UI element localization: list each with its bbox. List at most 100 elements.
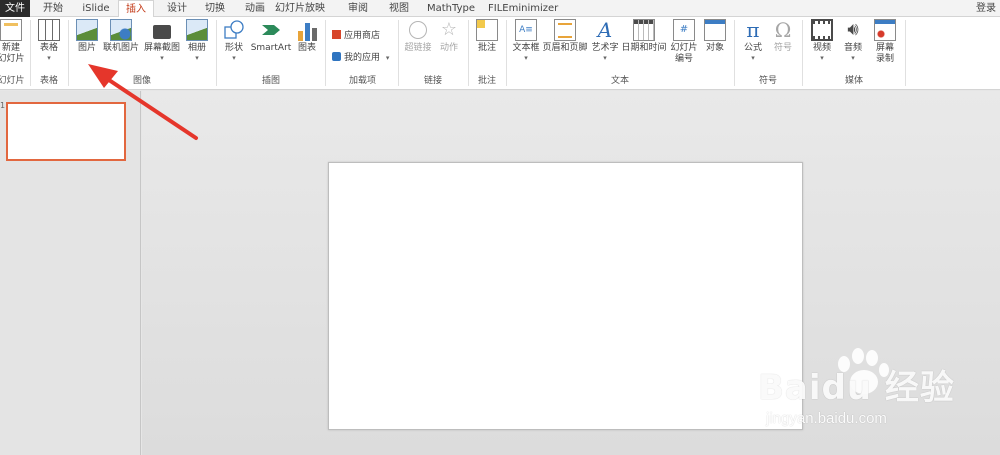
shapes-button[interactable]: 形状 ▾ (221, 19, 247, 62)
online-picture-label: 联机图片 (102, 43, 139, 53)
wordart-button[interactable]: A 艺术字 ▾ (590, 19, 620, 62)
smartart-button[interactable]: SmartArt (250, 19, 292, 54)
tab-fileminimizer[interactable]: FILEminimizer (488, 0, 558, 17)
new-slide-button[interactable]: 新建 幻灯片 (0, 19, 26, 65)
chevron-down-icon: ▾ (524, 54, 528, 62)
star-action-icon: ☆ (440, 19, 458, 40)
tab-mathtype[interactable]: MathType (424, 0, 478, 17)
group-separator (905, 20, 906, 86)
group-label-text: 文本 (610, 76, 629, 86)
screen-record-button[interactable]: 屏幕 录制 (870, 19, 900, 65)
slide-number-label-2: 编号 (674, 54, 693, 64)
chart-button[interactable]: 图表 (294, 19, 320, 54)
tab-insert[interactable]: 插入 (118, 0, 154, 18)
group-label-slides: 幻灯片 (0, 76, 25, 86)
slide-number-icon: # (673, 19, 695, 41)
textbox-button[interactable]: A≡ 文本框 ▾ (511, 19, 541, 62)
my-apps-button[interactable]: 我的应用 ▾ (332, 51, 389, 65)
audio-button[interactable]: 🔊︎ 音频 ▾ (839, 19, 867, 62)
table-button[interactable]: 表格 ▾ (34, 19, 64, 62)
header-footer-label: 页眉和页脚 (542, 43, 588, 53)
chevron-down-icon: ▾ (160, 54, 164, 62)
tab-islide[interactable]: iSlide (76, 0, 116, 17)
tab-slideshow[interactable]: 幻灯片放映 (266, 0, 334, 17)
smartart-label: SmartArt (250, 43, 292, 53)
baidu-watermark: Baidu 经验 jingyan.baidu.com (752, 348, 992, 432)
audio-label: 音频 (843, 43, 862, 53)
group-label-addins: 加载项 (348, 76, 376, 86)
photo-album-icon (186, 19, 208, 41)
chart-label: 图表 (297, 43, 316, 53)
action-label: 动作 (439, 43, 458, 53)
photo-album-button[interactable]: 相册 ▾ (183, 19, 211, 62)
new-slide-icon (0, 19, 22, 41)
object-label: 对象 (705, 43, 724, 53)
watermark-logo-text: Baidu 经验 (758, 368, 955, 408)
group-separator (398, 20, 399, 86)
screen-record-label-2: 录制 (875, 54, 894, 64)
speaker-icon: 🔊︎ (847, 19, 859, 40)
slide-number-button[interactable]: # 幻灯片 编号 (668, 19, 700, 65)
online-picture-button[interactable]: 联机图片 (102, 19, 140, 54)
tab-design[interactable]: 设计 (160, 0, 194, 17)
equation-button[interactable]: π 公式 ▾ (740, 19, 766, 62)
group-separator (468, 20, 469, 86)
tab-transitions[interactable]: 切换 (198, 0, 232, 17)
datetime-label: 日期和时间 (621, 43, 667, 53)
group-label-media: 媒体 (844, 76, 863, 86)
screen-record-icon (874, 19, 896, 41)
chevron-down-icon: ▾ (820, 54, 824, 62)
hyperlink-button[interactable]: 超链接 (403, 19, 433, 54)
screen-record-label: 屏幕 (875, 43, 894, 53)
comment-icon (476, 19, 498, 41)
new-slide-label-2: 幻灯片 (0, 54, 25, 64)
tab-home[interactable]: 开始 (36, 0, 70, 17)
textbox-icon: A≡ (515, 19, 537, 41)
screenshot-button[interactable]: 屏幕截图 ▾ (142, 19, 182, 62)
tab-view[interactable]: 视图 (382, 0, 416, 17)
online-picture-icon (110, 19, 132, 41)
object-button[interactable]: 对象 (702, 19, 728, 54)
header-footer-icon (554, 19, 576, 41)
group-label-images: 图像 (132, 76, 151, 86)
film-video-icon (811, 19, 833, 41)
chevron-down-icon: ▾ (751, 54, 755, 62)
calendar-icon (633, 19, 655, 41)
datetime-button[interactable]: 日期和时间 (621, 19, 667, 54)
slide-canvas[interactable] (328, 162, 803, 430)
symbol-button[interactable]: Ω 符号 (770, 19, 796, 54)
header-footer-button[interactable]: 页眉和页脚 (541, 19, 589, 54)
camera-icon (153, 25, 171, 39)
slide-thumbnail-panel[interactable]: 1 (0, 91, 141, 455)
object-icon (704, 19, 726, 41)
video-label: 视频 (812, 43, 831, 53)
group-label-comments: 批注 (477, 76, 496, 86)
video-button[interactable]: 视频 ▾ (808, 19, 836, 62)
textbox-label: 文本框 (512, 43, 540, 53)
tab-review[interactable]: 审阅 (341, 0, 375, 17)
shapes-icon (223, 19, 245, 41)
group-separator (216, 20, 217, 86)
watermark-url: jingyan.baidu.com (766, 410, 887, 427)
tab-file[interactable]: 文件 (0, 0, 30, 17)
group-separator (802, 20, 803, 86)
picture-icon (76, 19, 98, 41)
comment-button[interactable]: 批注 (474, 19, 500, 54)
chevron-down-icon: ▾ (385, 54, 390, 62)
smartart-icon (260, 19, 282, 41)
my-apps-label: 我的应用 (344, 53, 381, 63)
picture-button[interactable]: 图片 (72, 19, 102, 54)
chart-icon (296, 19, 318, 41)
ribbon-insert: 新建 幻灯片 幻灯片 表格 ▾ 表格 图片 联机图片 屏幕截图 ▾ 相册 ▾ 图… (0, 17, 1000, 90)
screenshot-label: 屏幕截图 (143, 43, 180, 53)
group-separator (68, 20, 69, 86)
omega-symbol-icon: Ω (774, 18, 792, 42)
action-button[interactable]: ☆ 动作 (436, 19, 462, 54)
slide-thumbnail[interactable] (6, 102, 126, 161)
login-link[interactable]: 登录 (976, 0, 996, 17)
group-label-links: 链接 (423, 76, 442, 86)
store-button[interactable]: 应用商店 (332, 29, 380, 43)
chevron-down-icon: ▾ (851, 54, 855, 62)
group-label-illustrations: 插图 (261, 76, 280, 86)
chevron-down-icon: ▾ (47, 54, 51, 62)
